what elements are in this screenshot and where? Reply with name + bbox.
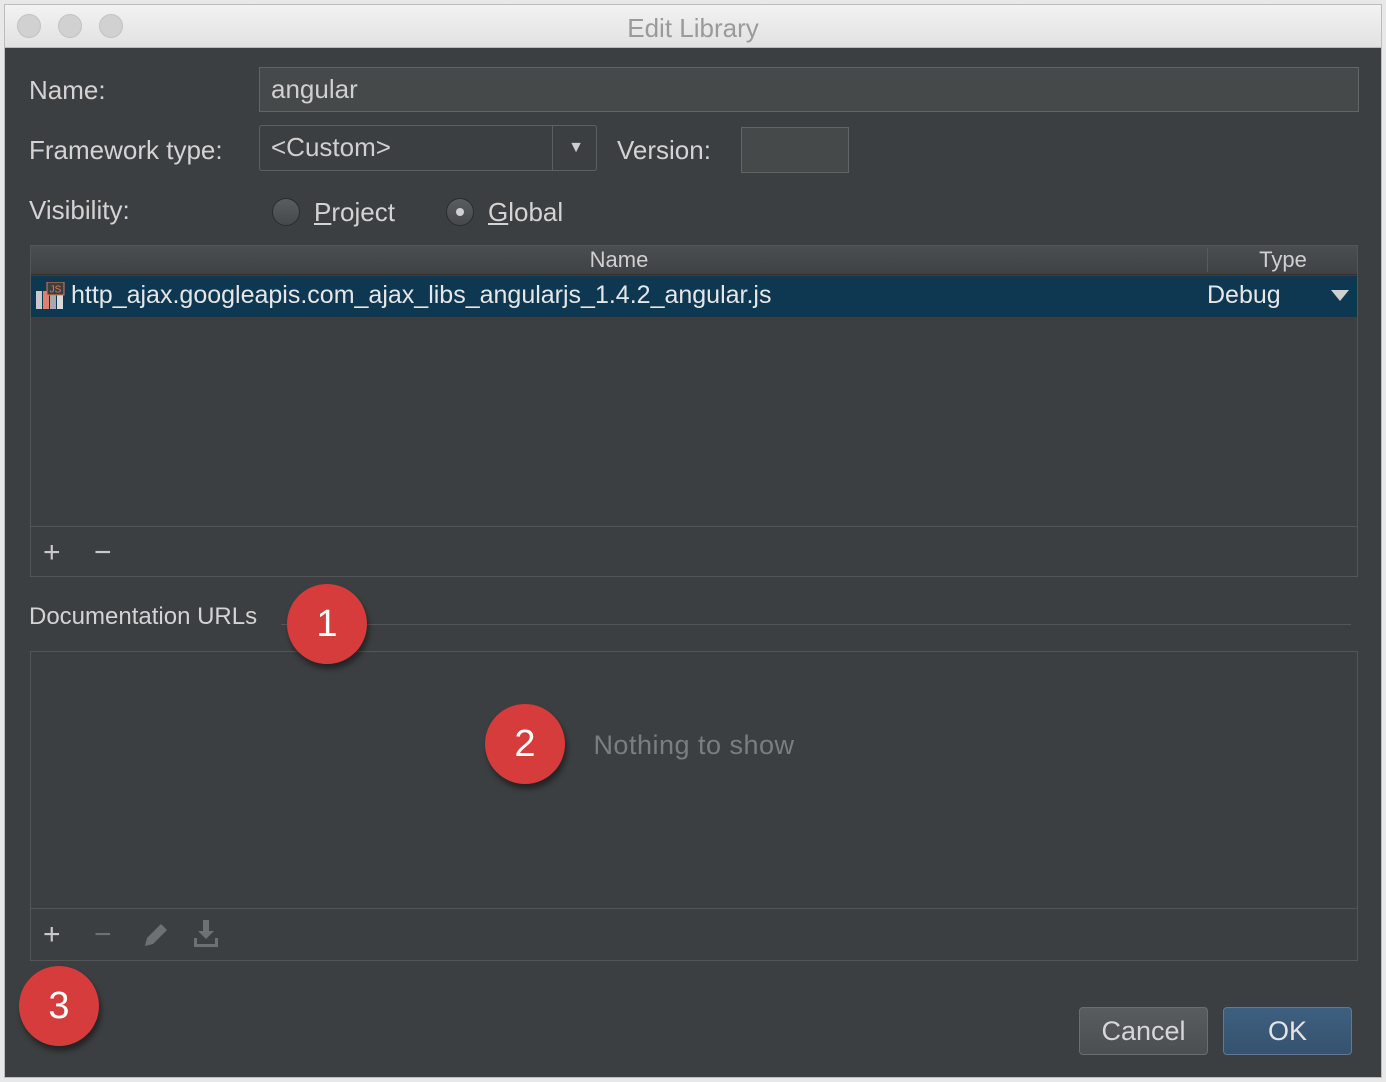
radio-selected-dot-icon xyxy=(456,208,464,216)
mnemonic-p: P xyxy=(314,197,332,227)
visibility-label: Visibility: xyxy=(29,195,130,225)
file-path: http_ajax.googleapis.com_ajax_libs_angul… xyxy=(71,281,772,309)
name-label: Name: xyxy=(29,75,106,105)
ok-button[interactable]: OK xyxy=(1223,1007,1352,1055)
framework-type-label: Framework type: xyxy=(29,135,223,165)
section-divider xyxy=(281,624,1351,625)
download-icon[interactable] xyxy=(191,918,221,950)
add-url-button[interactable]: + xyxy=(43,920,61,950)
version-input[interactable] xyxy=(741,127,849,173)
empty-list-message: Nothing to show xyxy=(593,730,795,760)
edit-pencil-icon[interactable] xyxy=(141,920,169,950)
callout-badge-2: 2 xyxy=(485,704,565,784)
radio-project[interactable] xyxy=(272,198,300,226)
name-input[interactable]: angular xyxy=(259,67,1359,112)
callout-badge-3: 3 xyxy=(19,966,99,1046)
toolbar-divider xyxy=(31,908,1357,909)
column-header-name[interactable]: Name xyxy=(31,246,1207,274)
radio-global[interactable] xyxy=(446,198,474,226)
add-file-button[interactable]: + xyxy=(43,538,61,568)
documentation-urls-list[interactable]: Nothing to show + − xyxy=(30,651,1358,961)
version-label: Version: xyxy=(617,135,711,165)
window-title: Edit Library xyxy=(627,13,759,43)
js-file-icon: JS xyxy=(36,282,65,309)
type-dropdown-arrow-icon[interactable] xyxy=(1331,290,1349,301)
framework-type-select[interactable]: <Custom> ▼ xyxy=(259,125,597,171)
table-header: Name Type xyxy=(31,246,1357,275)
cancel-button[interactable]: Cancel xyxy=(1079,1007,1208,1055)
radio-project-text: roject xyxy=(331,197,395,227)
svg-text:JS: JS xyxy=(50,285,62,296)
table-row[interactable]: JS http_ajax.googleapis.com_ajax_libs_an… xyxy=(31,276,1357,317)
remove-file-button[interactable]: − xyxy=(94,538,112,568)
radio-global-label[interactable]: Global xyxy=(488,197,563,228)
edit-library-dialog: Edit Library Name: angular Framework typ… xyxy=(4,4,1382,1078)
title-bar: Edit Library xyxy=(5,5,1381,48)
documentation-urls-title: Documentation URLs xyxy=(29,603,258,630)
combo-separator xyxy=(552,126,553,170)
callout-badge-1: 1 xyxy=(287,584,367,664)
library-files-table: Name Type JS http_ajax.googleapis.com_aj… xyxy=(30,245,1358,577)
radio-project-label[interactable]: Project xyxy=(314,197,395,228)
remove-url-button[interactable]: − xyxy=(94,920,112,950)
mnemonic-g: G xyxy=(488,197,509,227)
toolbar-divider xyxy=(31,526,1357,527)
column-header-type[interactable]: Type xyxy=(1208,246,1358,274)
file-type-select[interactable]: Debug xyxy=(1207,281,1281,310)
radio-global-text: lobal xyxy=(508,197,564,227)
framework-type-value: <Custom> xyxy=(271,132,391,162)
dropdown-arrow-icon[interactable]: ▼ xyxy=(556,126,596,170)
